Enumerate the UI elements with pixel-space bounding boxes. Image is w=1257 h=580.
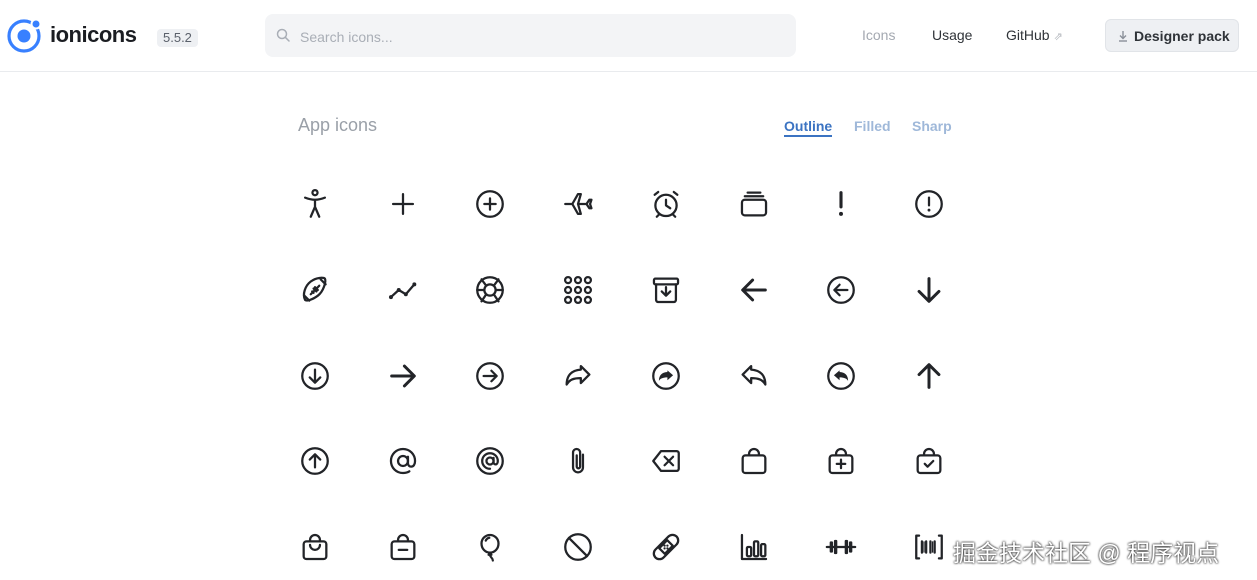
barcode-icon[interactable]: [909, 527, 949, 567]
arrow-forward-icon[interactable]: [383, 356, 423, 396]
backspace-icon[interactable]: [646, 441, 686, 481]
ban-icon[interactable]: [558, 527, 598, 567]
search-icon: [276, 28, 290, 42]
arrow-undo-circle-icon[interactable]: [821, 356, 861, 396]
alarm-icon[interactable]: [646, 184, 686, 224]
arrow-back-icon[interactable]: [734, 270, 774, 310]
tab-sharp[interactable]: Sharp: [912, 118, 952, 134]
github-label: GitHub: [1006, 27, 1050, 43]
at-circle-icon[interactable]: [470, 441, 510, 481]
arrow-down-circle-icon[interactable]: [295, 356, 335, 396]
arrow-back-circle-icon[interactable]: [821, 270, 861, 310]
accessibility-icon[interactable]: [295, 184, 335, 224]
tab-outline[interactable]: Outline: [784, 118, 833, 137]
bag-icon[interactable]: [734, 441, 774, 481]
bag-handle-icon[interactable]: [295, 527, 335, 567]
bar-chart-icon[interactable]: [734, 527, 774, 567]
arrow-undo-icon[interactable]: [734, 356, 774, 396]
search-input[interactable]: [298, 14, 782, 59]
arrow-forward-circle-icon[interactable]: [470, 356, 510, 396]
version-badge: 5.5.2: [157, 29, 198, 47]
archive-icon[interactable]: [646, 270, 686, 310]
add-icon[interactable]: [383, 184, 423, 224]
add-circle-icon[interactable]: [470, 184, 510, 224]
brand-name[interactable]: ionicons: [50, 22, 137, 48]
bag-remove-icon[interactable]: [383, 527, 423, 567]
external-link-icon: ⇗: [1053, 31, 1063, 43]
albums-icon[interactable]: [734, 184, 774, 224]
designer-pack-button[interactable]: Designer pack: [1105, 19, 1239, 52]
designer-pack-label: Designer pack: [1134, 28, 1230, 44]
bag-check-icon[interactable]: [909, 441, 949, 481]
top-navigation-bar: ionicons 5.5.2 Icons Usage GitHub⇗ Desig…: [0, 0, 1257, 72]
nav-link-github[interactable]: GitHub ⇗: [1006, 27, 1063, 43]
analytics-icon[interactable]: [383, 270, 423, 310]
aperture-icon[interactable]: [470, 270, 510, 310]
arrow-redo-icon[interactable]: [558, 356, 598, 396]
arrow-redo-circle-icon[interactable]: [646, 356, 686, 396]
nav-link-icons[interactable]: Icons: [862, 27, 895, 43]
arrow-down-icon[interactable]: [909, 270, 949, 310]
bag-add-icon[interactable]: [821, 441, 861, 481]
arrow-up-icon[interactable]: [909, 356, 949, 396]
alert-circle-icon[interactable]: [909, 184, 949, 224]
arrow-up-circle-icon[interactable]: [295, 441, 335, 481]
american-football-icon[interactable]: [295, 270, 335, 310]
attach-icon[interactable]: [558, 441, 598, 481]
bandage-icon[interactable]: [646, 527, 686, 567]
alert-icon[interactable]: [821, 184, 861, 224]
barbell-icon[interactable]: [821, 527, 861, 567]
watermark-text: 掘金技术社区 @ 程序视点: [953, 540, 1220, 566]
section-title: App icons: [298, 115, 378, 135]
nav-link-usage[interactable]: Usage: [932, 27, 972, 43]
balloon-icon[interactable]: [470, 527, 510, 567]
download-icon: [1119, 31, 1127, 42]
tab-filled[interactable]: Filled: [854, 118, 891, 134]
at-icon[interactable]: [383, 441, 423, 481]
search-box[interactable]: [265, 14, 796, 59]
ionicons-logo-icon[interactable]: [7, 17, 43, 53]
apps-icon[interactable]: [558, 270, 598, 310]
airplane-icon[interactable]: [558, 184, 598, 224]
